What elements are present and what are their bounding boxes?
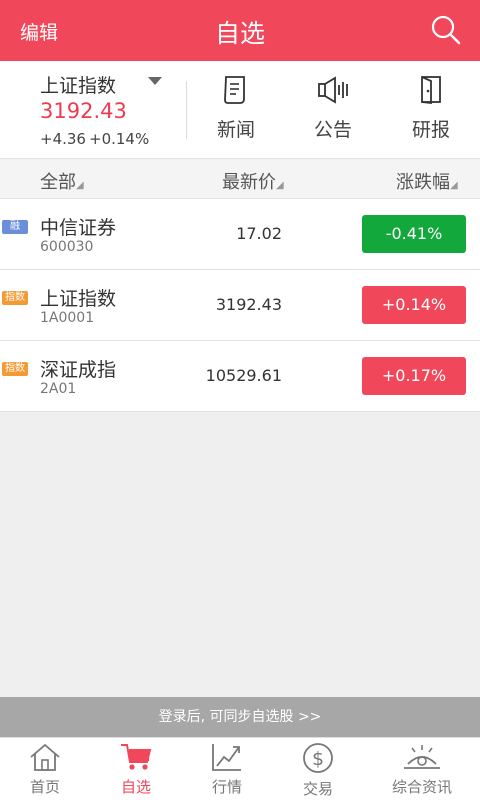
tab-watchlist-label: 自选 bbox=[120, 778, 151, 796]
stock-name: 深证成指 bbox=[40, 359, 117, 381]
index-tag: 指数 bbox=[2, 291, 28, 305]
page-title: 自选 bbox=[214, 19, 265, 48]
stock-price: 17.02 bbox=[236, 224, 282, 243]
announcement-label: 公告 bbox=[313, 119, 352, 141]
news-icon bbox=[196, 75, 276, 105]
home-icon bbox=[0, 742, 93, 772]
index-panel: 上证指数 3192.43 +4.36 +0.14% 新闻 公告 研报 bbox=[0, 61, 480, 159]
stock-row[interactable]: 指数 深证成指 2A01 10529.61 +0.17% bbox=[0, 341, 480, 412]
index-change-pct: +0.14% bbox=[89, 130, 150, 148]
caret-down-icon[interactable] bbox=[148, 77, 162, 85]
tab-watchlist[interactable]: 自选 bbox=[88, 742, 184, 797]
stock-code: 600030 bbox=[40, 239, 94, 255]
tab-home[interactable]: 首页 bbox=[0, 742, 93, 797]
stock-name: 上证指数 bbox=[40, 288, 117, 310]
tab-market[interactable]: 行情 bbox=[179, 742, 275, 797]
info-eye-icon bbox=[374, 742, 470, 772]
stock-name: 中信证券 bbox=[40, 217, 117, 239]
sort-icon: ◢ bbox=[276, 180, 284, 191]
news-label: 新闻 bbox=[216, 119, 255, 141]
stock-row[interactable]: 融 中信证券 600030 17.02 -0.41% bbox=[0, 199, 480, 270]
column-change-pct[interactable]: 涨跌幅◢ bbox=[396, 168, 458, 194]
stock-row[interactable]: 指数 上证指数 1A0001 3192.43 +0.14% bbox=[0, 270, 480, 341]
column-latest-price[interactable]: 最新价◢ bbox=[222, 168, 284, 194]
stock-price: 3192.43 bbox=[215, 295, 282, 314]
stock-code: 1A0001 bbox=[40, 310, 95, 326]
index-change: +4.36 bbox=[40, 130, 86, 148]
stock-code: 2A01 bbox=[40, 381, 77, 397]
cart-icon bbox=[88, 742, 184, 772]
change-pill[interactable]: +0.14% bbox=[362, 286, 466, 324]
search-icon[interactable] bbox=[430, 14, 462, 46]
news-shortcut[interactable]: 新闻 bbox=[196, 75, 276, 149]
tab-info[interactable]: 综合资讯 bbox=[374, 742, 470, 797]
research-shortcut[interactable]: 研报 bbox=[391, 75, 471, 149]
sort-icon: ◢ bbox=[76, 180, 84, 191]
tab-info-label: 综合资讯 bbox=[391, 778, 452, 796]
index-selector[interactable]: 上证指数 bbox=[40, 71, 116, 98]
tab-trade[interactable]: $ 交易 bbox=[270, 742, 366, 799]
bottom-tab-bar: 首页 自选 行情 $ 交易 综合资讯 bbox=[0, 737, 480, 800]
change-pill[interactable]: -0.41% bbox=[362, 215, 466, 253]
divider bbox=[186, 81, 187, 139]
announcement-shortcut[interactable]: 公告 bbox=[293, 75, 373, 149]
research-label: 研报 bbox=[411, 119, 450, 141]
research-report-icon bbox=[391, 75, 471, 105]
tab-home-label: 首页 bbox=[29, 778, 60, 796]
stock-price: 10529.61 bbox=[205, 366, 282, 385]
login-sync-banner[interactable]: 登录后, 可同步自选股 >> bbox=[0, 697, 480, 737]
announcement-icon bbox=[293, 75, 373, 105]
top-bar: 编辑 自选 bbox=[0, 0, 480, 61]
column-all[interactable]: 全部◢ bbox=[40, 168, 84, 194]
margin-tag: 融 bbox=[2, 220, 28, 234]
index-price: 3192.43 bbox=[40, 99, 127, 123]
column-header: 全部◢ 最新价◢ 涨跌幅◢ bbox=[0, 159, 480, 199]
tab-market-label: 行情 bbox=[211, 778, 242, 796]
sort-icon: ◢ bbox=[450, 180, 458, 191]
chart-trend-icon bbox=[179, 742, 275, 772]
index-tag: 指数 bbox=[2, 362, 28, 376]
tab-trade-label: 交易 bbox=[302, 780, 333, 798]
dollar-icon: $ bbox=[270, 742, 366, 774]
change-pill[interactable]: +0.17% bbox=[362, 357, 466, 395]
svg-text:$: $ bbox=[312, 748, 324, 770]
